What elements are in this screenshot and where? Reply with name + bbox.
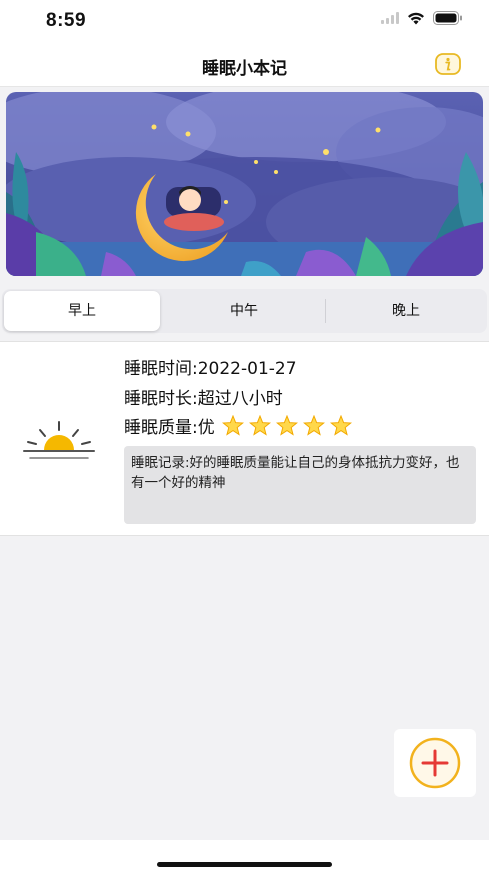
battery-icon (433, 11, 462, 25)
quality-stars (222, 415, 353, 436)
tab-evening-label: 晚上 (392, 303, 420, 319)
banner-illustration (6, 92, 483, 276)
add-record-button[interactable] (394, 729, 476, 797)
info-icon[interactable] (435, 53, 461, 75)
tab-noon[interactable]: 中午 (164, 291, 324, 331)
system-icons (381, 11, 463, 25)
tab-evening[interactable]: 晚上 (326, 291, 486, 331)
sleep-quality-text: 睡眠质量:优 (124, 418, 215, 438)
plus-circle-icon (409, 737, 461, 789)
star-icon (303, 415, 326, 436)
sunrise-icon (23, 421, 95, 459)
sleep-note-box: 睡眠记录:好的睡眠质量能让自己的身体抵抗力变好，也有一个好的精神 (124, 446, 476, 524)
home-indicator[interactable] (157, 862, 332, 867)
sleep-note-text: 睡眠记录:好的睡眠质量能让自己的身体抵抗力变好，也有一个好的精神 (131, 455, 460, 491)
wifi-icon (408, 12, 424, 24)
sleep-time-text: 睡眠时间:2022-01-27 (124, 359, 297, 379)
page-title: 睡眠小本记 (202, 59, 287, 79)
star-icon (276, 415, 299, 436)
star-icon (249, 415, 272, 436)
tab-morning-label: 早上 (68, 303, 96, 319)
star-icon (222, 415, 245, 436)
moon-sleep-illustration (6, 92, 483, 276)
time-of-day-tabs: 早上 中午 晚上 (2, 289, 487, 333)
sleep-quality-row: 睡眠质量:优 (124, 413, 353, 438)
sleep-record-card[interactable]: 睡眠时间:2022-01-27 睡眠时长:超过八小时 睡眠质量:优 睡眠记录:好… (0, 341, 489, 536)
navigation-bar: 睡眠小本记 (0, 44, 489, 87)
tab-morning[interactable]: 早上 (4, 291, 160, 331)
bottom-safe-area (0, 840, 489, 875)
status-bar: 8:59 (0, 0, 489, 44)
star-icon (330, 415, 353, 436)
status-time: 8:59 (46, 10, 87, 31)
sleep-duration-text: 睡眠时长:超过八小时 (124, 389, 283, 409)
tab-noon-label: 中午 (230, 303, 258, 319)
signal-icon (381, 12, 399, 24)
